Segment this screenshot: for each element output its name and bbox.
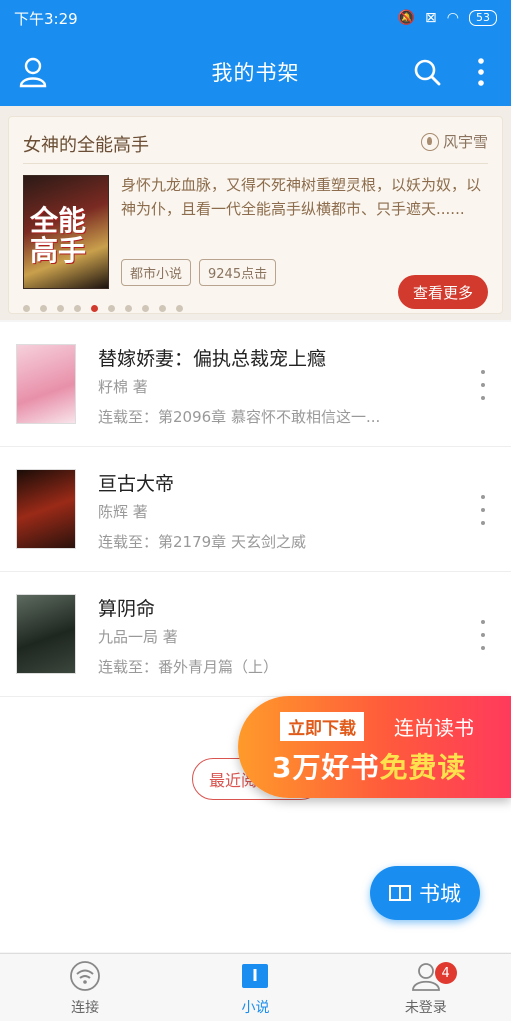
carousel-dot[interactable] [57, 305, 64, 312]
featured-book-author: 风宇雪 [420, 131, 488, 152]
tab-label-novel: 小说 [241, 1000, 270, 1016]
tag-category: 都市小说 [121, 259, 192, 286]
banner-divider [23, 163, 488, 164]
book-title: 亘古大帝 [98, 473, 175, 495]
ad-brand-name: 连尚读书 [394, 716, 474, 740]
mute-icon: 🔕 [397, 10, 416, 26]
featured-book-title: 女神的全能高手 [23, 135, 149, 156]
ad-slogan: 3万好书免费读 [272, 746, 467, 786]
search-icon[interactable] [413, 58, 441, 86]
carousel-dot[interactable] [125, 305, 132, 312]
featured-book-cover[interactable]: 全能高手 [23, 175, 109, 289]
bookshelf-list: 替嫁娇妻：偏执总裁宠上瘾 籽棉 著 连载至：第2096章 慕容怀不敢相信这一..… [0, 322, 511, 952]
book-title: 替嫁娇妻：偏执总裁宠上瘾 [98, 348, 327, 370]
more-options-icon[interactable] [479, 620, 487, 650]
carousel-dots [23, 305, 183, 312]
book-cover [16, 594, 76, 674]
book-title: 算阴命 [98, 598, 156, 620]
carousel-dot[interactable] [40, 305, 47, 312]
featured-book-description: 身怀九龙血脉，又得不死神树重塑灵根，以妖为奴，以神为仆，且看一代全能高手纵横都市… [121, 176, 482, 218]
tab-label-account: 未登录 [404, 1000, 447, 1016]
wifi-status-icon: ◠ [446, 10, 459, 26]
tag-clicks: 9245点击 [199, 259, 277, 286]
nav-bar: 我的书架 [0, 50, 511, 94]
open-book-icon [389, 885, 411, 901]
ad-slogan-free: 免费读 [379, 751, 467, 784]
carousel-dot[interactable] [176, 305, 183, 312]
author-icon [420, 132, 439, 151]
book-latest-chapter: 连载至：番外青月篇（上） [98, 658, 279, 676]
ad-download-button[interactable]: 立即下载 [280, 712, 364, 741]
app-header: 下午3:29 🔕 ⊠ ◠ 53 我的书架 [0, 0, 511, 106]
book-latest-chapter: 连载至：第2179章 天玄剑之威 [98, 533, 306, 551]
status-time: 下午3:29 [14, 9, 78, 28]
ad-slogan-books: 3万好书 [272, 751, 380, 784]
featured-banner: 女神的全能高手 风宇雪 全能高手 身怀九龙血脉，又得不死神树重塑灵根，以妖为奴，… [0, 106, 511, 320]
cover-art-text: 全能高手 [30, 204, 87, 267]
status-bar: 下午3:29 🔕 ⊠ ◠ 53 [14, 6, 497, 30]
list-item[interactable]: 亘古大帝 陈辉 著 连载至：第2179章 天玄剑之威 [0, 447, 511, 572]
book-latest-chapter: 连载至：第2096章 慕容怀不敢相信这一... [98, 408, 381, 426]
tab-label-connect: 连接 [71, 1000, 100, 1016]
carousel-dot[interactable] [23, 305, 30, 312]
book-author: 籽棉 著 [98, 378, 148, 396]
bookstore-label: 书城 [419, 882, 461, 906]
book-author: 九品一局 著 [98, 628, 178, 646]
featured-book-card[interactable]: 女神的全能高手 风宇雪 全能高手 身怀九龙血脉，又得不死神树重塑灵根，以妖为奴，… [8, 116, 503, 314]
notification-badge: 4 [434, 962, 457, 984]
carousel-dot[interactable] [74, 305, 81, 312]
carousel-dot[interactable] [91, 305, 98, 312]
list-item[interactable]: 替嫁娇妻：偏执总裁宠上瘾 籽棉 著 连载至：第2096章 慕容怀不敢相信这一..… [0, 322, 511, 447]
carousel-dot[interactable] [108, 305, 115, 312]
sim-icon: ⊠ [425, 10, 437, 26]
tab-novel[interactable]: 小说 [170, 954, 340, 1021]
featured-book-tags: 都市小说 9245点击 [121, 259, 277, 286]
download-ad-banner[interactable]: 立即下载 连尚读书 3万好书免费读 [238, 696, 511, 798]
more-options-icon[interactable] [479, 495, 487, 525]
page-title: 我的书架 [211, 61, 300, 85]
tab-connect[interactable]: 连接 [0, 954, 170, 1021]
carousel-dot[interactable] [142, 305, 149, 312]
bookstore-button[interactable]: 书城 [370, 866, 480, 920]
more-options-icon[interactable] [479, 370, 487, 400]
book-cover [16, 469, 76, 549]
status-icons: 🔕 ⊠ ◠ 53 [398, 10, 497, 26]
book-cover [16, 344, 76, 424]
more-vertical-icon[interactable] [473, 56, 489, 88]
carousel-dot[interactable] [159, 305, 166, 312]
view-more-button[interactable]: 查看更多 [398, 275, 488, 309]
book-icon [242, 964, 269, 988]
tab-account[interactable]: 未登录 4 [341, 954, 511, 1021]
wifi-icon [70, 961, 101, 991]
battery-icon: 53 [469, 10, 497, 26]
bottom-tab-bar: 连接 小说 未登录 4 [0, 953, 511, 1021]
list-item[interactable]: 算阴命 九品一局 著 连载至：番外青月篇（上） [0, 572, 511, 697]
book-author: 陈辉 著 [98, 503, 148, 521]
featured-author-name: 风宇雪 [442, 133, 488, 151]
user-profile-icon[interactable] [18, 56, 48, 88]
